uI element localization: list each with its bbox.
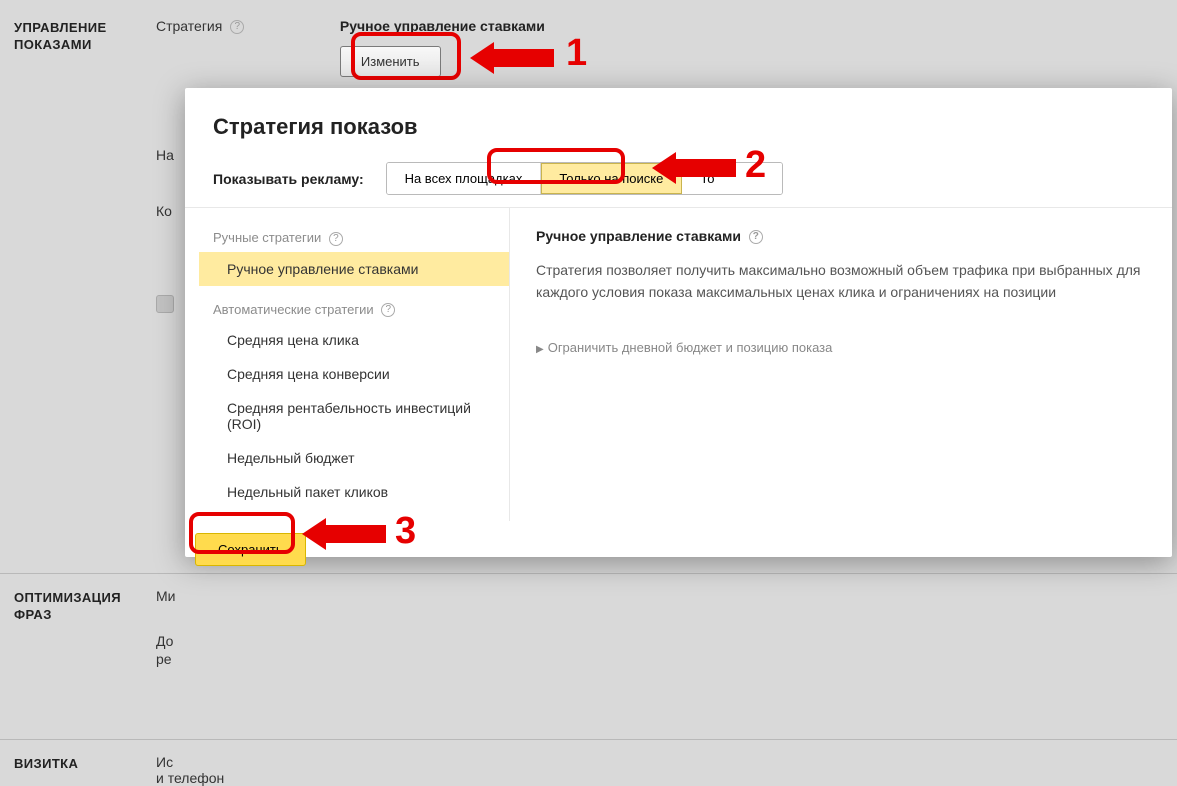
field-label-strategy-text: Стратегия bbox=[156, 18, 222, 34]
section-vcard: ВИЗИТКА Ис и телефон bbox=[0, 740, 1177, 786]
bg-vcard-sub: и телефон bbox=[156, 770, 224, 786]
strategy-details-title: Ручное управление ставками ? bbox=[536, 228, 1146, 244]
section-label-optimization: ОПТИМИЗАЦИЯ ФРАЗ bbox=[14, 588, 156, 624]
bg-opt-label: Ми bbox=[156, 588, 336, 604]
change-button[interactable]: Изменить bbox=[340, 46, 441, 77]
seg-all-platforms[interactable]: На всех площадках bbox=[387, 163, 542, 194]
strategy-description: Стратегия позволяет получить максимально… bbox=[536, 260, 1146, 303]
modal-header: Стратегия показов Показывать рекламу: На… bbox=[185, 88, 1172, 207]
help-icon[interactable]: ? bbox=[381, 303, 395, 317]
strategy-item-weekly-clicks[interactable]: Недельный пакет кликов bbox=[199, 475, 509, 509]
checkbox[interactable] bbox=[156, 295, 174, 313]
modal-title: Стратегия показов bbox=[213, 114, 1144, 140]
strategy-item-manual-bids[interactable]: Ручное управление ставками bbox=[199, 252, 509, 286]
help-icon[interactable]: ? bbox=[749, 230, 763, 244]
section-label-display: УПРАВЛЕНИЕ ПОКАЗАМИ bbox=[14, 18, 156, 54]
strategy-item-weekly-budget[interactable]: Недельный бюджет bbox=[199, 441, 509, 475]
help-icon[interactable]: ? bbox=[329, 232, 343, 246]
strategy-details-title-text: Ручное управление ставками bbox=[536, 228, 741, 244]
section-label-vcard: ВИЗИТКА bbox=[14, 754, 156, 773]
group-auto-label: Автоматические стратегии bbox=[213, 302, 374, 317]
limit-budget-label: Ограничить дневной бюджет и позицию пока… bbox=[548, 340, 833, 355]
modal-body: Ручные стратегии ? Ручное управление ста… bbox=[185, 207, 1172, 521]
limit-budget-toggle[interactable]: ▶ Ограничить дневной бюджет и позицию пок… bbox=[536, 340, 1146, 355]
strategy-list: Ручные стратегии ? Ручное управление ста… bbox=[185, 208, 509, 521]
strategy-item-avg-roi[interactable]: Средняя рентабельность инвестиций (ROI) bbox=[199, 391, 509, 441]
annotation-number-2: 2 bbox=[745, 144, 766, 187]
annotation-number-3: 3 bbox=[395, 510, 416, 553]
show-ads-label: Показывать рекламу: bbox=[213, 171, 364, 187]
annotation-number-1: 1 bbox=[566, 32, 587, 75]
strategy-details: Ручное управление ставками ? Стратегия п… bbox=[509, 208, 1172, 521]
chevron-right-icon: ▶ bbox=[536, 344, 544, 355]
strategy-item-avg-cpa[interactable]: Средняя цена конверсии bbox=[199, 357, 509, 391]
group-auto: Автоматические стратегии ? bbox=[199, 296, 509, 324]
strategy-modal: ✕ Стратегия показов Показывать рекламу: … bbox=[185, 88, 1172, 557]
group-manual: Ручные стратегии ? bbox=[199, 224, 509, 252]
bg-opt-row2a: До bbox=[156, 633, 173, 649]
current-strategy-title: Ручное управление ставками bbox=[340, 18, 545, 34]
bg-vcard-label: Ис bbox=[156, 754, 173, 770]
help-icon[interactable]: ? bbox=[230, 20, 244, 34]
strategy-item-avg-cpc[interactable]: Средняя цена клика bbox=[199, 323, 509, 357]
section-phrase-optimization: ОПТИМИЗАЦИЯ ФРАЗ Ми До ре bbox=[0, 574, 1177, 739]
field-label-strategy: Стратегия ? bbox=[156, 18, 336, 34]
save-button[interactable]: Сохранить bbox=[195, 533, 306, 566]
bg-opt-row2b: ре bbox=[156, 651, 172, 667]
group-manual-label: Ручные стратегии bbox=[213, 230, 321, 245]
